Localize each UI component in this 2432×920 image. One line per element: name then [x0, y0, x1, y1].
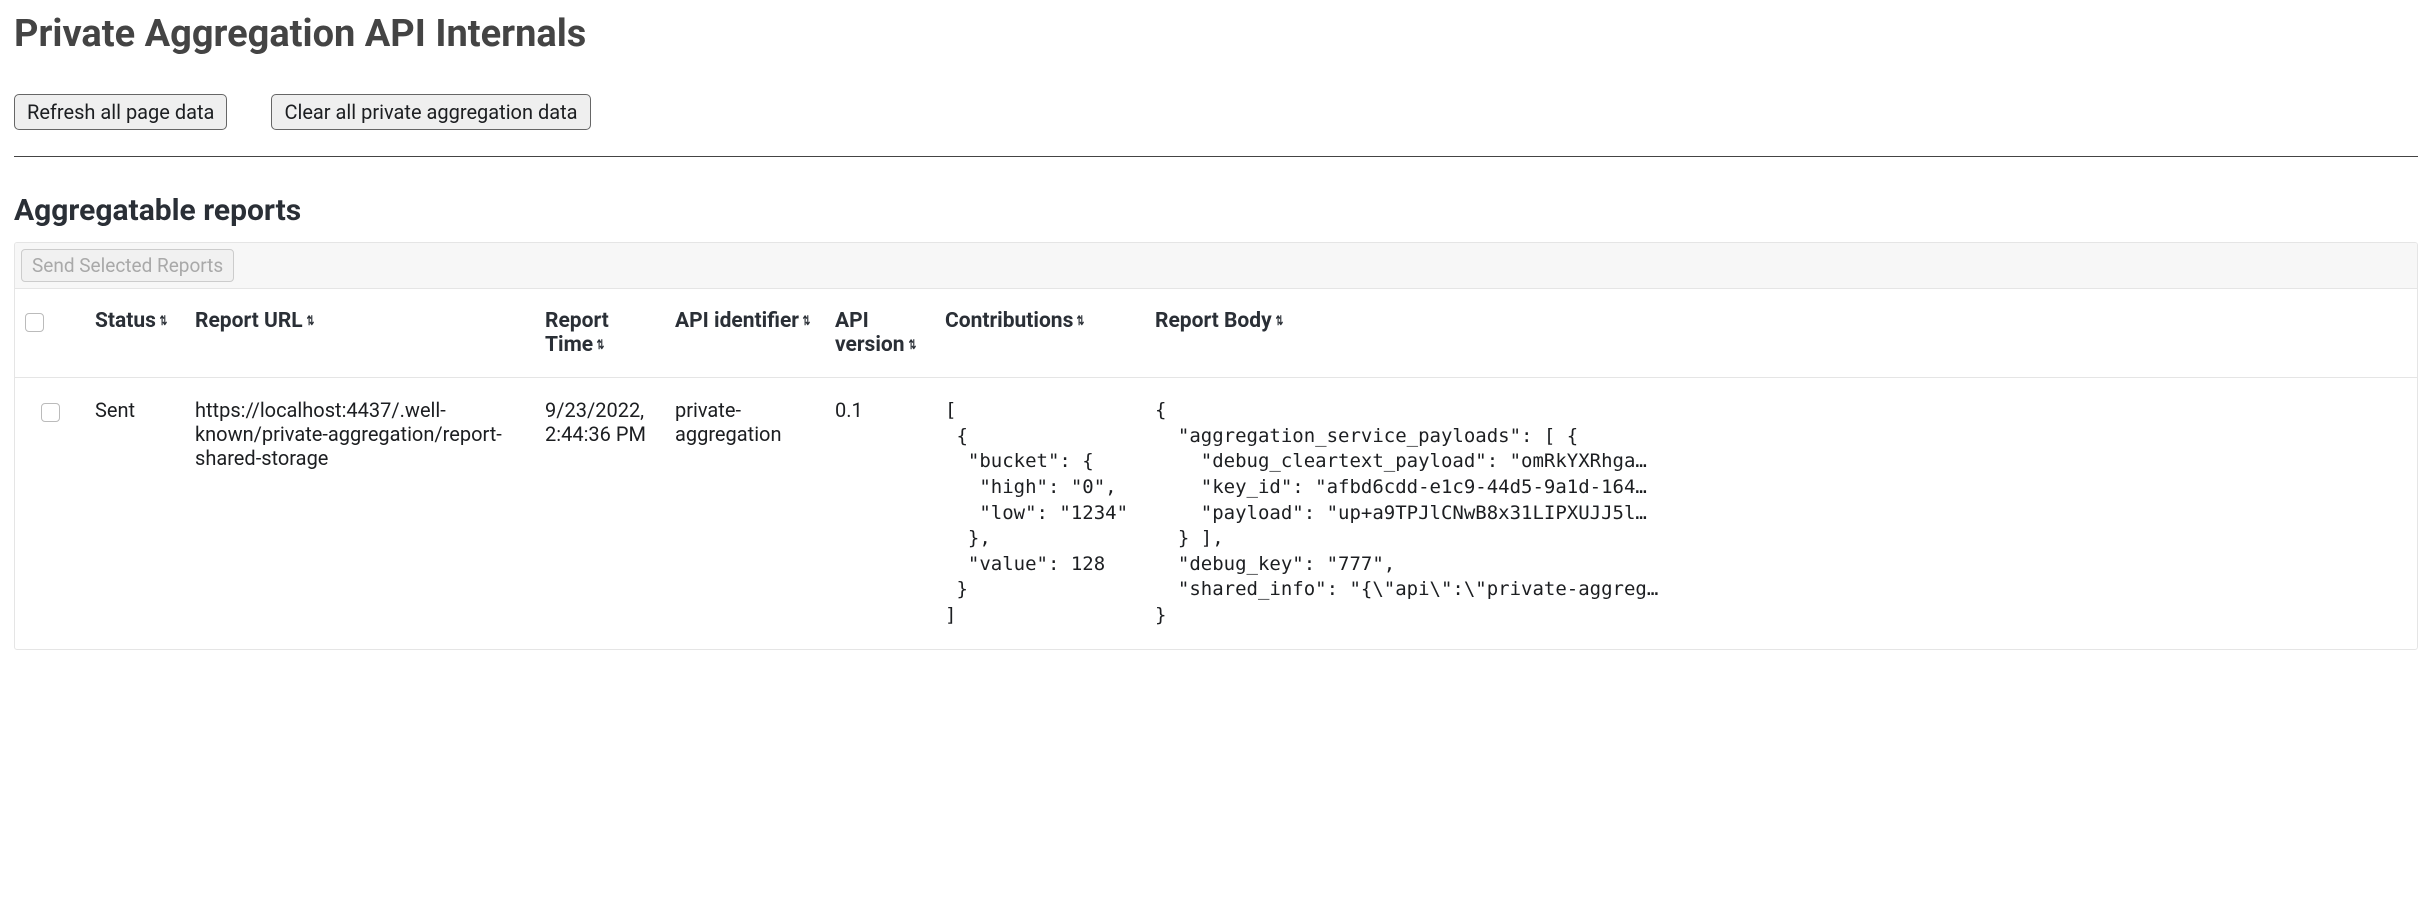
- section-title: Aggregatable reports: [14, 193, 2418, 228]
- sort-icon: ⇅: [908, 339, 916, 352]
- divider: [14, 156, 2418, 157]
- header-contributions-label: Contributions: [945, 309, 1073, 333]
- sort-icon: ⇅: [160, 315, 168, 328]
- header-report-body[interactable]: Report Body⇅: [1145, 289, 2417, 378]
- reports-table-container: Send Selected Reports Status ⇅ Report URL: [14, 242, 2418, 650]
- sort-icon: ⇅: [1077, 315, 1085, 328]
- header-report-url[interactable]: Report URL⇅: [185, 289, 535, 378]
- table-row: Sent https://localhost:4437/.well-known/…: [15, 378, 2417, 649]
- header-report-body-label: Report Body: [1155, 309, 1272, 333]
- toolbar: Refresh all page data Clear all private …: [14, 94, 2418, 130]
- header-api-version-label: API version: [835, 309, 905, 357]
- row-checkbox-cell: [15, 378, 85, 649]
- sort-icon: ⇅: [803, 315, 811, 328]
- cell-report-url: https://localhost:4437/.well-known/priva…: [185, 378, 535, 649]
- reports-table: Status⇅ Report URL⇅ Report Time⇅ API ide…: [15, 289, 2417, 649]
- cell-report-body: { "aggregation_service_payloads": [ { "d…: [1145, 378, 2417, 649]
- sort-icon: ⇅: [1275, 315, 1283, 328]
- report-body-pre: { "aggregation_service_payloads": [ { "d…: [1155, 398, 2407, 629]
- header-report-url-label: Report URL: [195, 309, 303, 333]
- select-all-checkbox[interactable]: [25, 313, 44, 332]
- cell-api-identifier: private-aggregation: [665, 378, 825, 649]
- refresh-button[interactable]: Refresh all page data: [14, 94, 227, 130]
- cell-api-version: 0.1: [825, 378, 935, 649]
- header-api-identifier[interactable]: API identifier ⇅: [665, 289, 825, 378]
- send-selected-button[interactable]: Send Selected Reports: [21, 249, 234, 282]
- header-checkbox-cell: [15, 289, 85, 378]
- cell-contributions: [ { "bucket": { "high": "0", "low": "123…: [935, 378, 1145, 649]
- row-checkbox[interactable]: [41, 403, 60, 422]
- header-api-identifier-label: API identifier: [675, 309, 799, 333]
- page-title: Private Aggregation API Internals: [14, 12, 2418, 56]
- clear-button[interactable]: Clear all private aggregation data: [271, 94, 590, 130]
- sort-icon: ⇅: [306, 315, 314, 328]
- header-report-time[interactable]: Report Time⇅: [535, 289, 665, 378]
- header-status-label: Status: [95, 309, 156, 333]
- contributions-pre: [ { "bucket": { "high": "0", "low": "123…: [945, 398, 1135, 629]
- cell-status: Sent: [85, 378, 185, 649]
- header-contributions[interactable]: Contributions ⇅: [935, 289, 1145, 378]
- header-api-version[interactable]: API version⇅: [825, 289, 935, 378]
- header-status[interactable]: Status ⇅: [85, 289, 185, 378]
- cell-report-time: 9/23/2022, 2:44:36 PM: [535, 378, 665, 649]
- action-bar: Send Selected Reports: [15, 243, 2417, 289]
- sort-icon: ⇅: [597, 339, 605, 352]
